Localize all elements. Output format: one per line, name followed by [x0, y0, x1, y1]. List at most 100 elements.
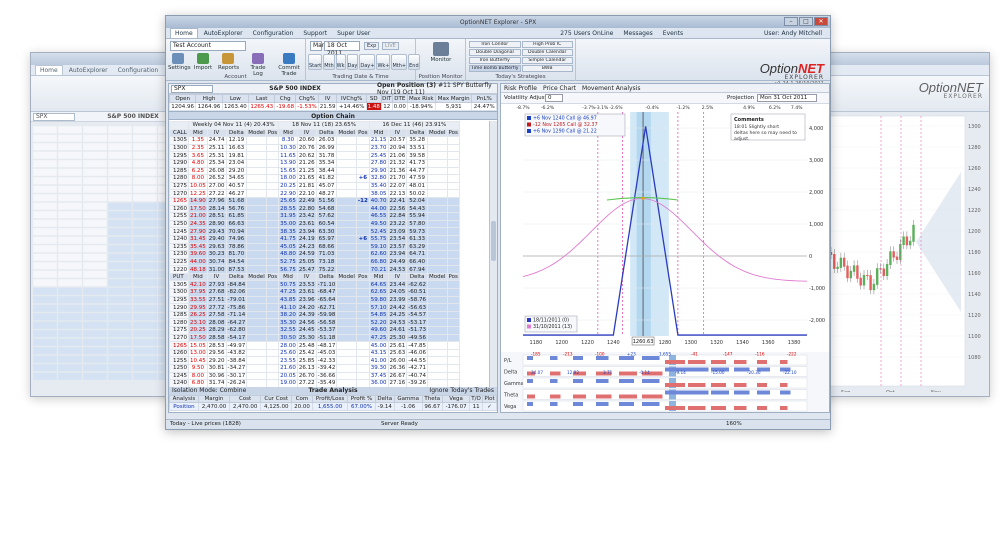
nav-wk-plus-button[interactable]: Wk+ — [376, 54, 391, 70]
pos-cell[interactable] — [355, 303, 370, 312]
strategy-double-diagonal-button[interactable]: Double Diagonal — [469, 49, 521, 56]
import-button[interactable]: Import — [193, 53, 213, 71]
mid-cell[interactable]: 41.75 — [278, 234, 298, 244]
chain-row[interactable]: 1265 14.90 27.96 51.68 25.65 22.49 51.56 -12 40.… — [169, 196, 460, 206]
mid-cell[interactable]: 20.25 — [278, 181, 298, 191]
mid-cell[interactable]: 21.00 — [188, 212, 208, 221]
mid-cell[interactable]: 10.45 — [188, 356, 208, 365]
mid-cell[interactable]: 52.45 — [368, 227, 389, 236]
chain-row[interactable]: 1305 42.10 27.93 -84.84 50.75 23.53 -71.10 64.6… — [169, 280, 460, 290]
mid-cell[interactable]: 15.65 — [278, 166, 298, 176]
pos-cell[interactable] — [265, 318, 280, 328]
live-button[interactable]: LIVE — [382, 42, 399, 50]
mid-cell[interactable]: 18.00 — [278, 174, 298, 183]
chain-row[interactable]: 1260 13.00 29.56 -43.82 25.60 25.42 -45.03 43.1… — [169, 348, 460, 358]
mid-cell[interactable]: 49.50 — [368, 219, 389, 229]
pos-cell[interactable] — [446, 288, 460, 297]
chain-row[interactable]: 1270 12.25 27.22 46.27 22.90 22.10 48.27 38.05 2… — [169, 189, 460, 198]
chain-row[interactable]: 1285 26.25 27.58 -71.14 38.20 24.39 -59.98 54.8… — [169, 310, 460, 320]
comments-box[interactable]: Comments18:01 Slightly shortdeltas here … — [730, 113, 806, 142]
mid-cell[interactable]: 13.00 — [188, 348, 208, 358]
pos-cell[interactable] — [265, 371, 280, 381]
pos-cell[interactable] — [265, 242, 280, 252]
pos-cell[interactable]: +6 — [355, 234, 370, 244]
volatility-input[interactable]: 0 — [545, 94, 563, 102]
mid-cell[interactable]: 22.90 — [278, 189, 298, 198]
mid-cell[interactable]: 15.05 — [188, 341, 208, 350]
pos-cell[interactable] — [355, 219, 370, 229]
mid-cell[interactable]: 57.10 — [368, 303, 389, 312]
mid-cell[interactable]: 62.60 — [368, 250, 389, 259]
mid-cell[interactable]: 59.80 — [368, 295, 389, 305]
chain-row[interactable]: 1290 29.95 27.72 -75.86 41.10 24.20 -62.71 57.1… — [169, 303, 460, 312]
chain-scrollbar[interactable] — [489, 121, 497, 397]
mid-cell[interactable]: 46.55 — [368, 212, 389, 221]
pos-cell[interactable] — [265, 136, 280, 145]
pos-cell[interactable] — [446, 257, 460, 267]
mid-cell[interactable]: 8.00 — [188, 371, 208, 381]
chain-row[interactable]: 1285 6.25 26.08 29.20 15.65 21.25 38.44 29.90 21… — [169, 166, 460, 176]
pos-cell[interactable]: +6 — [355, 174, 370, 183]
chain-row[interactable]: 1305 1.35 24.74 12.19 8.30 20.60 26.03 21.15 20.… — [169, 136, 460, 145]
pos-cell[interactable] — [355, 364, 370, 373]
chain-row[interactable]: 1220 48.18 31.00 87.53 56.75 25.47 75.22 70.21 2… — [169, 265, 460, 274]
mid-cell[interactable]: 12.25 — [188, 189, 208, 198]
pos-cell[interactable] — [355, 212, 370, 221]
pos-cell[interactable] — [265, 158, 280, 168]
mid-cell[interactable]: 23.55 — [278, 356, 298, 365]
pos-cell[interactable] — [355, 189, 370, 198]
tab-support[interactable]: Support — [299, 29, 331, 38]
mid-cell[interactable]: 26.25 — [188, 310, 208, 320]
mid-cell[interactable]: 30.50 — [278, 333, 298, 343]
pos-cell[interactable] — [355, 341, 370, 350]
pos-cell[interactable] — [446, 196, 460, 206]
pos-cell[interactable] — [355, 227, 370, 236]
mid-cell[interactable]: 24.35 — [188, 219, 208, 229]
chain-row[interactable]: 1275 20.25 28.29 -62.80 32.55 24.45 -53.37 49.6… — [169, 326, 460, 335]
pos-cell[interactable] — [265, 219, 280, 229]
mid-cell[interactable]: 2.35 — [188, 143, 208, 153]
pos-cell[interactable] — [265, 288, 280, 297]
mid-cell[interactable]: 6.25 — [188, 166, 208, 176]
chain-row[interactable]: 1230 39.60 30.23 81.70 48.80 24.59 71.03 62.60 2… — [169, 250, 460, 259]
mid-cell[interactable]: 66.80 — [368, 257, 389, 267]
monitor-button[interactable]: Monitor — [430, 42, 452, 63]
mid-cell[interactable]: 1.35 — [188, 136, 208, 145]
strategy-high-prob-ic-button[interactable]: High Prob IC — [521, 41, 573, 48]
mid-cell[interactable]: 17.50 — [188, 333, 208, 343]
mid-cell[interactable]: 4.80 — [188, 158, 208, 168]
pos-cell[interactable] — [355, 288, 370, 297]
maximize-button[interactable]: □ — [799, 17, 813, 26]
mid-cell[interactable]: 37.45 — [368, 371, 389, 381]
mid-cell[interactable]: 48.80 — [278, 250, 298, 259]
pos-cell[interactable] — [265, 189, 280, 198]
pos-cell[interactable] — [446, 265, 460, 274]
mid-cell[interactable]: 28.55 — [278, 204, 298, 214]
mid-cell[interactable]: 70.21 — [368, 265, 389, 274]
mid-cell[interactable]: 41.00 — [368, 356, 389, 365]
mid-cell[interactable]: 49.60 — [368, 326, 389, 335]
mid-cell[interactable]: 28.00 — [278, 341, 298, 350]
nav-mth-plus-button[interactable]: Mth+ — [391, 54, 408, 70]
pos-cell[interactable] — [446, 333, 460, 343]
mid-cell[interactable]: 33.55 — [188, 295, 208, 305]
pos-cell[interactable] — [446, 250, 460, 259]
pos-cell[interactable] — [446, 219, 460, 229]
close-button[interactable]: ✕ — [814, 17, 828, 26]
chain-row[interactable]: 1225 44.00 30.74 84.54 52.75 25.05 73.18 66.80 2… — [169, 257, 460, 267]
pos-cell[interactable] — [446, 174, 460, 183]
mid-cell[interactable]: 40.70 — [368, 196, 389, 206]
pos-cell[interactable] — [355, 318, 370, 328]
pos-cell[interactable] — [265, 250, 280, 259]
mid-cell[interactable]: 8.00 — [188, 174, 208, 183]
pos-cell[interactable] — [355, 143, 370, 153]
pos-cell[interactable] — [265, 280, 280, 290]
pos-cell[interactable] — [355, 356, 370, 365]
pos-cell[interactable] — [265, 295, 280, 305]
expiry-label[interactable]: Weekly 04 Nov 11 (4) 20.43% — [187, 121, 280, 130]
chain-row[interactable]: 1250 24.35 28.90 66.63 35.00 23.61 60.54 49.50 2… — [169, 219, 460, 229]
mid-cell[interactable]: 52.75 — [278, 257, 298, 267]
mid-cell[interactable]: 35.40 — [368, 181, 389, 191]
pos-cell[interactable] — [265, 143, 280, 153]
events-link[interactable]: Events — [659, 29, 687, 38]
